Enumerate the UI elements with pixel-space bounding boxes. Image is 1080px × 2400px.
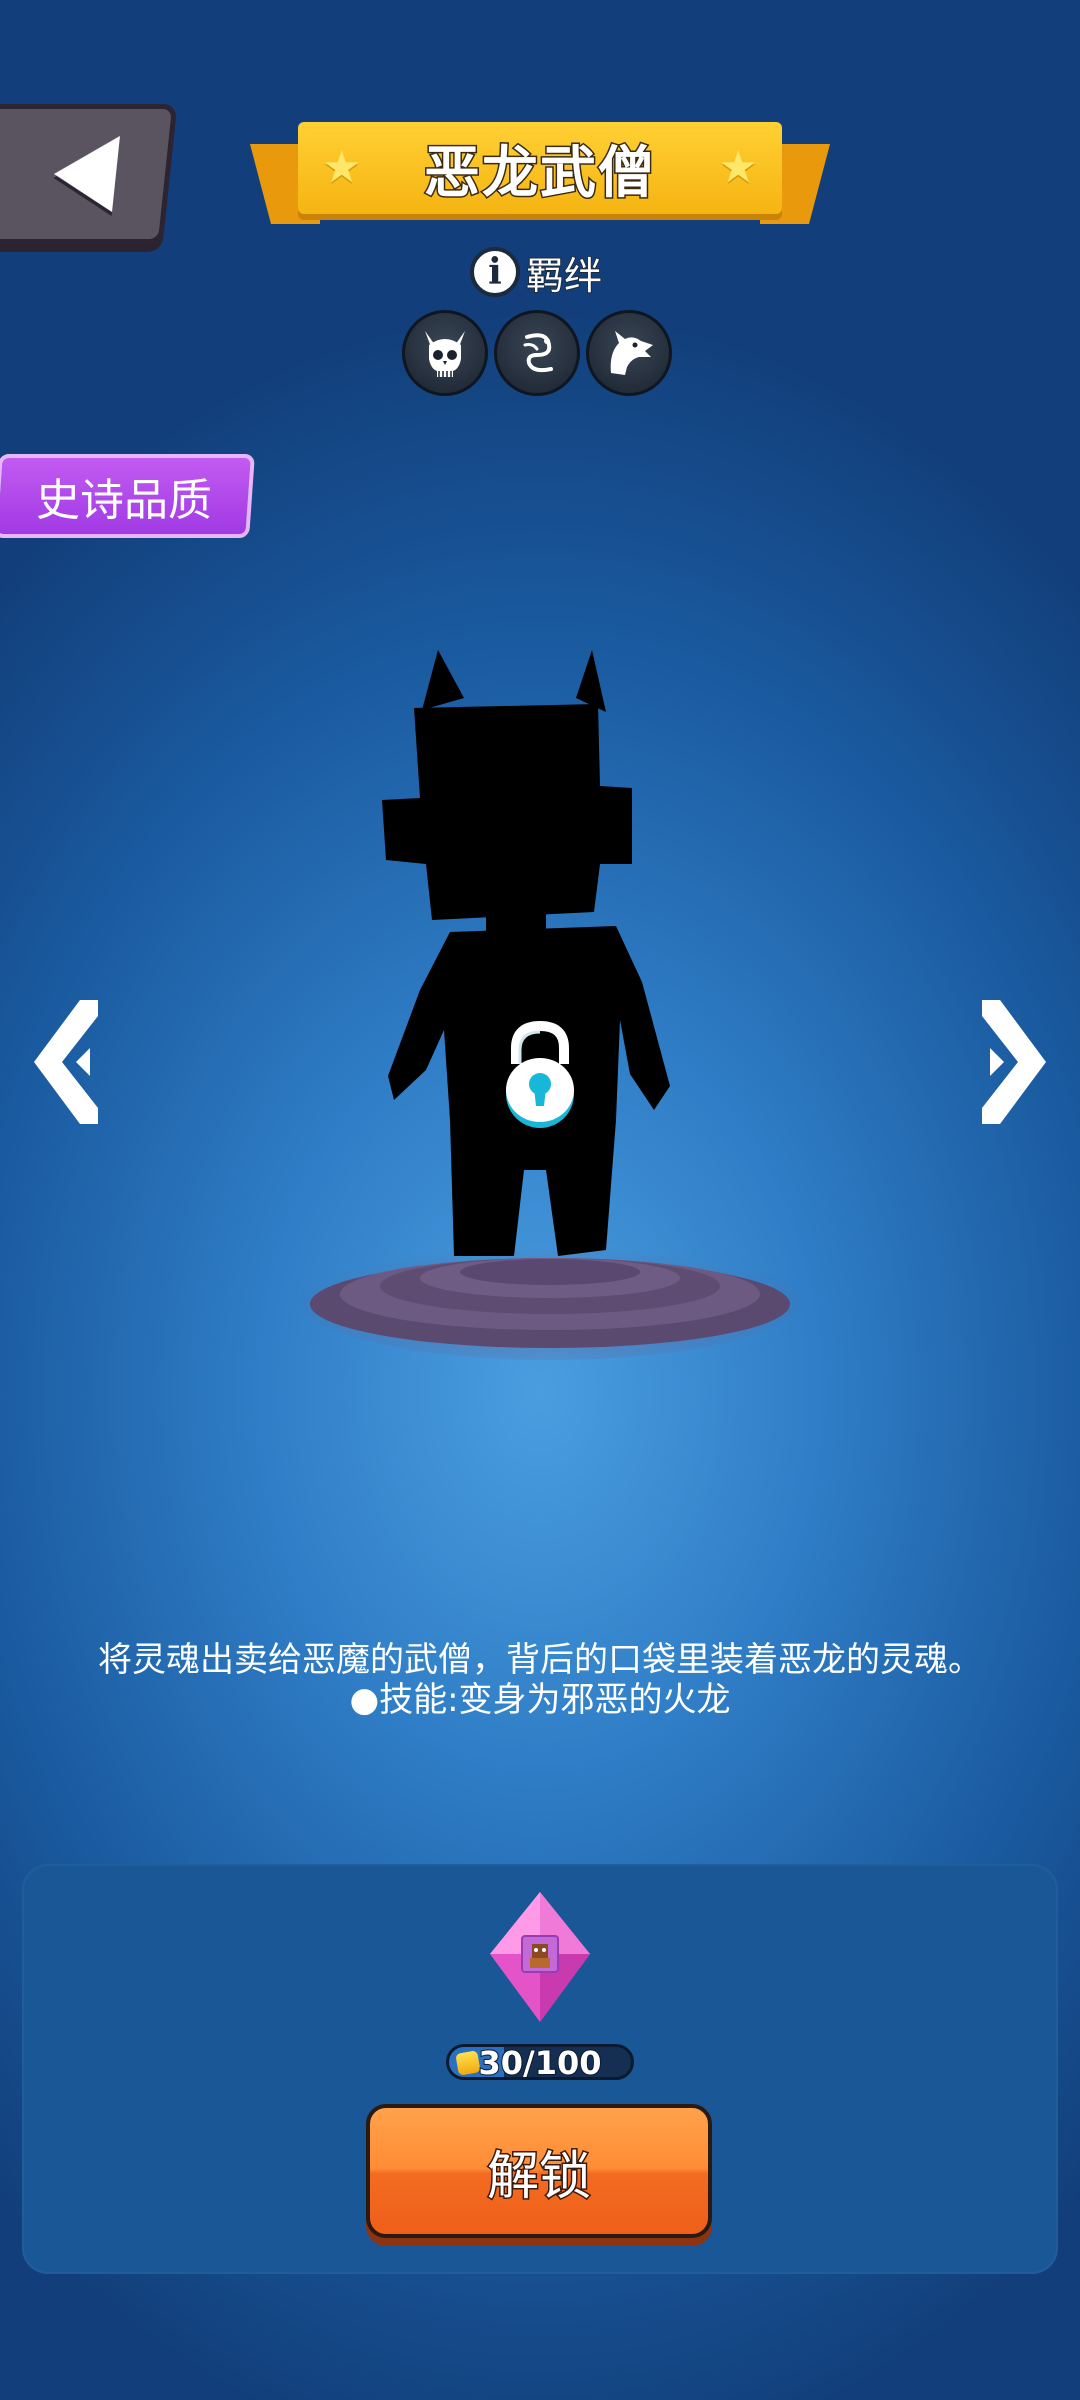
shard-progress-bar: 30/100 xyxy=(446,2044,634,2080)
bond-header[interactable]: i 羁绊 xyxy=(470,244,603,300)
page-title: 恶龙武僧 xyxy=(423,139,656,207)
next-character-button[interactable] xyxy=(970,992,1060,1132)
star-icon: ★ xyxy=(718,142,758,193)
quality-label: 史诗品质 xyxy=(36,475,212,526)
back-button[interactable] xyxy=(0,104,178,244)
prev-character-button[interactable] xyxy=(20,992,110,1132)
skill-text: ●技能:变身为邪恶的火龙 xyxy=(349,1680,731,1720)
banner-plate: ★ 恶龙武僧 ★ xyxy=(298,122,782,214)
info-icon[interactable]: i xyxy=(470,247,520,297)
pink-gem-shard-icon xyxy=(490,1892,590,2022)
star-icon: ★ xyxy=(322,142,362,193)
unlock-button[interactable]: 解锁 xyxy=(366,2104,712,2238)
back-arrow-icon xyxy=(50,136,120,212)
title-banner: ★ 恶龙武僧 ★ xyxy=(250,122,830,232)
unlock-button-label: 解锁 xyxy=(485,2145,592,2208)
description-text: 将灵魂出卖给恶魔的武僧，背后的口袋里装着恶龙的灵魂。 xyxy=(98,1640,982,1680)
chevron-left-icon xyxy=(34,1000,98,1124)
chevron-right-icon xyxy=(982,1000,1046,1124)
bond-label: 羁绊 xyxy=(525,253,603,299)
demon-skull-icon[interactable] xyxy=(402,310,488,396)
padlock-icon xyxy=(506,1020,574,1128)
bond-icons xyxy=(402,310,672,396)
quality-badge: 史诗品质 xyxy=(0,454,255,538)
swirl-spirit-icon[interactable] xyxy=(494,310,580,396)
locked-character-silhouette xyxy=(382,650,670,1256)
progress-text: 30/100 xyxy=(477,2044,602,2080)
character-description: 将灵魂出卖给恶魔的武僧，背后的口袋里装着恶龙的灵魂。 ●技能:变身为邪恶的火龙 xyxy=(40,1640,1040,1720)
dragon-head-icon[interactable] xyxy=(586,310,672,396)
